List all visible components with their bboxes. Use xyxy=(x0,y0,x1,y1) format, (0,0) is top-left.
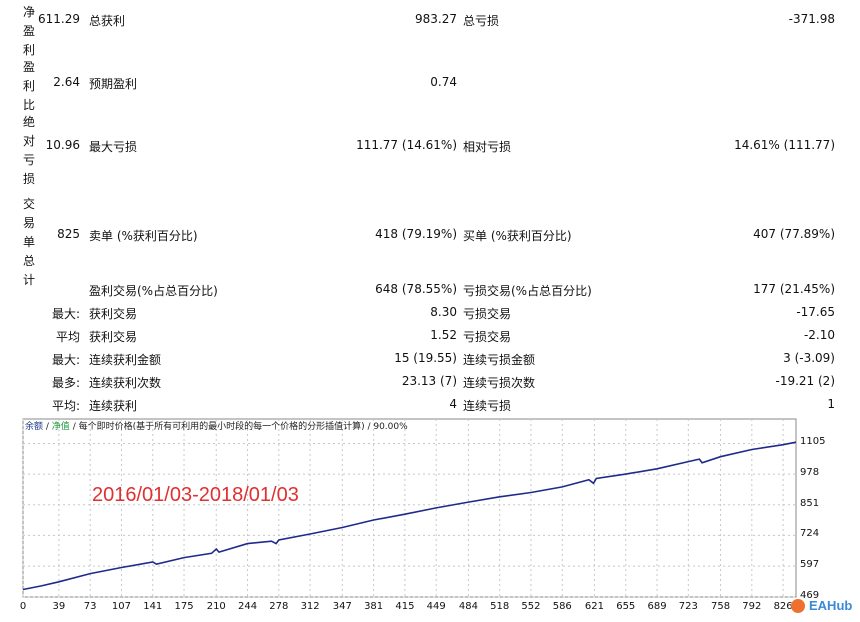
row-value-3: -371.98 xyxy=(788,12,835,26)
row-label: 交易单总计 xyxy=(22,197,35,287)
x-tick-label: 107 xyxy=(111,601,131,612)
x-tick-label: 244 xyxy=(237,601,258,612)
row-label-2: 预期盈利 xyxy=(89,77,138,91)
row-label-2: 最大亏损 xyxy=(89,140,138,154)
watermark: EAHub xyxy=(793,598,852,613)
stat-prefix: 最大: xyxy=(51,353,80,367)
stat-prefix: 平均 xyxy=(55,330,80,344)
stat-value-2: 8.30 xyxy=(430,305,457,319)
stat-label-3: 亏损交易(%占总百分比) xyxy=(463,284,592,298)
stat-value-3: -2.10 xyxy=(803,328,835,342)
stat-label-2: 连续获利金额 xyxy=(89,353,162,367)
stat-value-3: 1 xyxy=(827,397,835,411)
y-tick-label: 1105 xyxy=(800,436,826,448)
stat-label-2: 获利交易 xyxy=(89,307,138,321)
row-value-3: 407 (77.89%) xyxy=(753,227,835,241)
x-tick-label: 621 xyxy=(584,601,604,612)
stat-label-3: 亏损交易 xyxy=(463,307,512,321)
x-tick-label: 39 xyxy=(52,601,66,612)
y-tick-label: 597 xyxy=(800,559,820,571)
x-tick-label: 415 xyxy=(395,601,415,612)
x-tick-label: 518 xyxy=(490,601,510,612)
row-label-2: 卖单 (%获利百分比) xyxy=(89,229,198,243)
x-tick-label: 381 xyxy=(364,601,384,612)
stat-value-2: 1.52 xyxy=(430,328,457,342)
row-value: 10.96 xyxy=(45,138,80,152)
x-tick-label: 73 xyxy=(83,601,97,612)
watermark-text: EAHub xyxy=(809,598,853,613)
x-tick-label: 347 xyxy=(332,601,352,612)
stat-prefix: 最大: xyxy=(51,307,80,321)
row-value: 2.64 xyxy=(53,75,80,89)
x-tick-label: 586 xyxy=(552,601,572,612)
stat-prefix: 最多: xyxy=(51,376,80,390)
stat-label-3: 连续亏损 xyxy=(463,399,512,413)
stat-value-3: 177 (21.45%) xyxy=(753,282,835,296)
legend-balance: 余额 xyxy=(25,422,44,432)
x-tick-label: 312 xyxy=(300,601,320,612)
row-value: 825 xyxy=(57,227,80,241)
stat-label-2: 连续获利 xyxy=(89,399,138,413)
balance-chart: 余额 / 净值 / 每个即时价格(基于所有可利用的最小时段的每一个价格的分形插值… xyxy=(20,417,800,622)
y-tick-label: 724 xyxy=(800,528,820,540)
row-label-3: 买单 (%获利百分比) xyxy=(463,229,572,243)
legend-equity: 净值 xyxy=(51,422,70,432)
chart-legend: 余额 / 净值 / 每个即时价格(基于所有可利用的最小时段的每一个价格的分形插值… xyxy=(25,422,408,432)
row-label-3: 总亏损 xyxy=(463,14,500,28)
x-tick-label: 278 xyxy=(269,601,289,612)
x-tick-label: 141 xyxy=(143,601,163,612)
row-label-3: 相对亏损 xyxy=(463,140,512,154)
stat-value-2: 4 xyxy=(449,397,457,411)
row-value-2: 111.77 (14.61%) xyxy=(356,138,457,152)
stat-prefix: 平均: xyxy=(51,399,80,413)
row-value-2: 0.74 xyxy=(430,75,457,89)
x-tick-label: 689 xyxy=(647,601,667,612)
x-tick-label: 484 xyxy=(458,601,478,612)
legend-description: / 每个即时价格(基于所有可利用的最小时段的每一个价格的分形插值计算) / 90… xyxy=(72,422,408,432)
stat-value-2: 648 (78.55%) xyxy=(375,282,457,296)
x-tick-label: 552 xyxy=(521,601,541,612)
date-range-annotation: 2016/01/03-2018/01/03 xyxy=(92,484,299,506)
x-tick-label: 792 xyxy=(742,601,762,612)
chart-plot xyxy=(22,418,797,598)
stat-value-3: -17.65 xyxy=(796,305,835,319)
stat-label-2: 盈利交易(%占总百分比) xyxy=(89,284,218,298)
x-tick-label: 175 xyxy=(174,601,194,612)
stat-value-3: -19.21 (2) xyxy=(775,374,836,388)
row-value-3: 14.61% (111.77) xyxy=(734,138,835,152)
report-table: 净盈利 611.29 总获利 983.27 总亏损 -371.98 盈利比 2.64 预期盈利 0… xyxy=(0,0,860,416)
stat-label-3: 亏损交易 xyxy=(463,330,512,344)
plot-frame xyxy=(22,418,797,598)
stat-label-3: 连续亏损次数 xyxy=(463,376,536,390)
row-value: 611.29 xyxy=(38,12,80,26)
y-tick-label: 978 xyxy=(800,467,820,479)
stat-value-2: 15 (19.55) xyxy=(394,351,457,365)
stat-label-3: 连续亏损金额 xyxy=(463,353,536,367)
x-tick-label: 655 xyxy=(616,601,636,612)
stat-value-3: 3 (-3.09) xyxy=(783,351,835,365)
x-tick-label: 826 xyxy=(773,601,793,612)
x-tick-label: 758 xyxy=(710,601,731,612)
stat-label-2: 连续获利次数 xyxy=(89,376,162,390)
row-value-2: 983.27 xyxy=(415,12,457,26)
x-tick-label: 723 xyxy=(678,601,698,612)
balance-line xyxy=(22,441,797,591)
stat-label-2: 获利交易 xyxy=(89,330,138,344)
x-tick-label: 449 xyxy=(426,601,446,612)
x-tick-label: 210 xyxy=(206,601,226,612)
x-tick-label: 0 xyxy=(19,601,27,612)
stat-value-2: 23.13 (7) xyxy=(401,374,457,388)
row-value-2: 418 (79.19%) xyxy=(375,227,457,241)
row-label-2: 总获利 xyxy=(89,14,126,28)
y-tick-label: 851 xyxy=(800,497,820,509)
